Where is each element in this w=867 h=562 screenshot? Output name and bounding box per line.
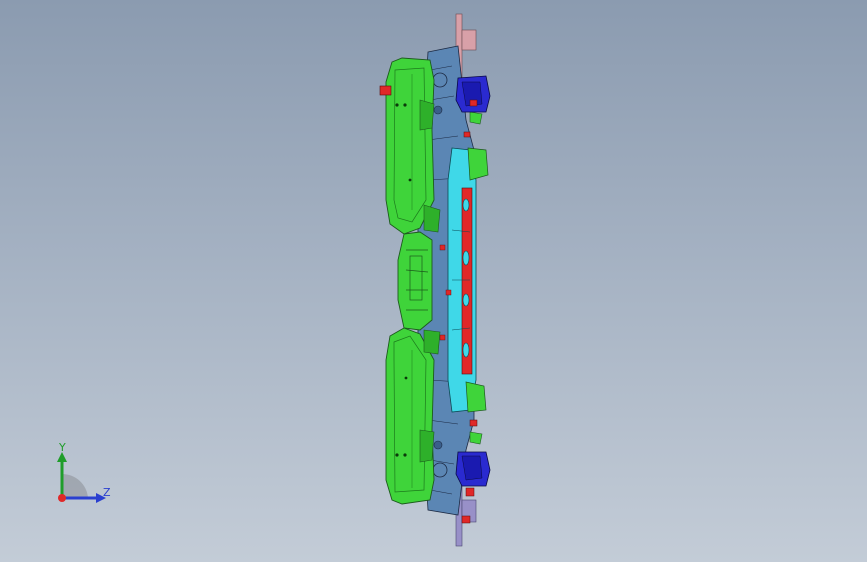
y-axis-label: Y (59, 441, 66, 454)
3d-graphics-viewport[interactable]: Y Z (0, 0, 867, 562)
coordinate-triad: Y Z (40, 438, 130, 518)
triad-plane-fan (62, 473, 88, 498)
cad-assembly-model[interactable] (0, 0, 867, 562)
x-axis-origin-icon (58, 494, 66, 502)
cyan-rail (447, 147, 477, 413)
triad-axes-graphic (57, 452, 106, 503)
green-panel-center (397, 231, 433, 331)
green-panel-upper (385, 57, 441, 235)
z-axis-label: Z (103, 486, 111, 499)
